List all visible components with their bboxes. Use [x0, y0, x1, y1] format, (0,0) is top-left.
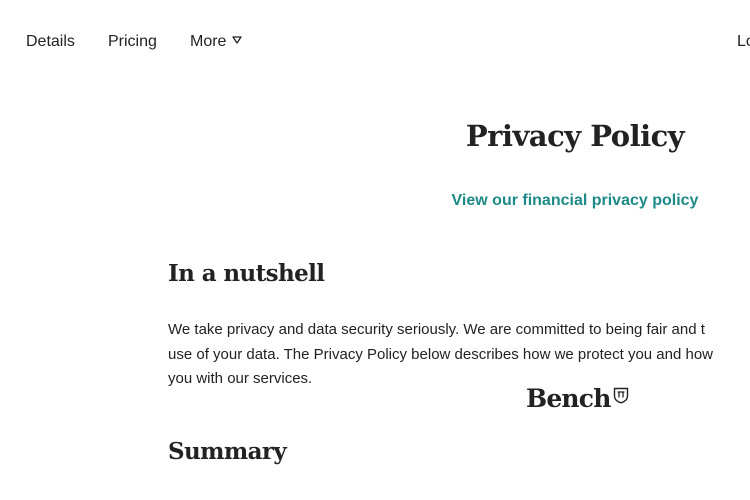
top-navigation: Details Pricing More Lo [0, 0, 750, 84]
financial-privacy-policy-link[interactable]: View our financial privacy policy [400, 190, 750, 212]
nutshell-heading: In a nutshell [168, 260, 325, 287]
triangle-down-icon [232, 36, 243, 44]
logo-wordmark: Bench [526, 384, 611, 413]
nutshell-paragraph: We take privacy and data security seriou… [168, 318, 750, 392]
paragraph-line: you with our services. [168, 370, 313, 387]
nav-pricing-link[interactable]: Pricing [108, 32, 157, 52]
nav-more-dropdown[interactable]: More [190, 32, 243, 52]
summary-heading: Summary [168, 438, 287, 465]
nav-login-link[interactable]: Lo [737, 32, 750, 52]
nav-more-label: More [190, 33, 227, 50]
nav-details-link[interactable]: Details [26, 32, 75, 52]
bench-logo: Bench [526, 382, 629, 416]
bench-shield-icon [613, 387, 628, 404]
paragraph-line: We take privacy and data security seriou… [168, 321, 705, 338]
paragraph-line: use of your data. The Privacy Policy bel… [168, 345, 714, 363]
page-title: Privacy Policy [465, 119, 685, 153]
